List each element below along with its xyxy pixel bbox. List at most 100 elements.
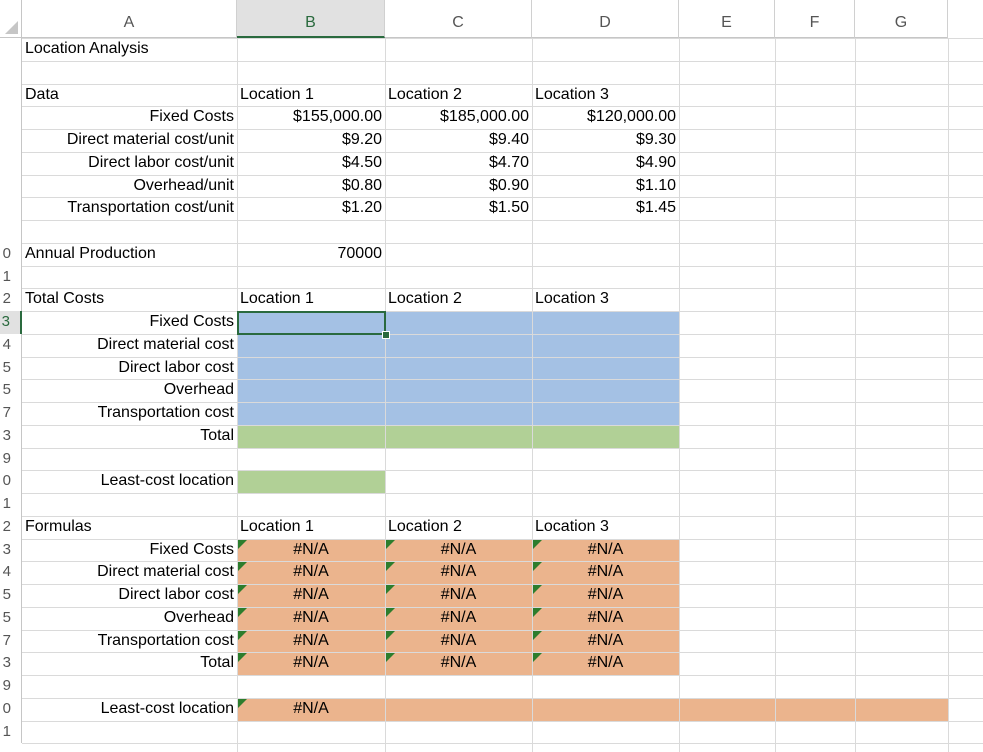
data-value-cell[interactable]: $120,000.00 <box>532 106 679 129</box>
total-costs-row-label[interactable]: Direct material cost <box>22 334 237 357</box>
column-header-d[interactable]: D <box>532 0 679 38</box>
total-costs-row-label[interactable]: Overhead <box>22 379 237 402</box>
formulas-header-location-3[interactable]: Location 3 <box>532 516 679 539</box>
row-header[interactable]: 5 <box>0 607 22 630</box>
data-row-label[interactable]: Transportation cost/unit <box>22 197 237 220</box>
row-header[interactable]: 2 <box>0 516 22 539</box>
formulas-row-label[interactable]: Transportation cost <box>22 630 237 652</box>
total-costs-label[interactable]: Total Costs <box>22 288 237 311</box>
data-value-cell[interactable]: $9.40 <box>385 129 532 152</box>
data-value-cell[interactable]: $4.90 <box>532 152 679 175</box>
data-value-cell[interactable]: $1.20 <box>237 197 385 220</box>
row-header[interactable] <box>0 61 22 84</box>
column-header-f[interactable]: F <box>775 0 855 38</box>
row-header[interactable]: 0 <box>0 470 22 493</box>
row-header[interactable] <box>0 38 22 61</box>
formulas-row-label[interactable]: Direct labor cost <box>22 584 237 607</box>
formulas-section-label[interactable]: Formulas <box>22 516 237 539</box>
fill-handle[interactable] <box>382 331 390 339</box>
formula-error-cell[interactable]: #N/A <box>237 561 385 584</box>
formula-error-cell[interactable]: #N/A <box>237 630 385 652</box>
data-row-label[interactable]: Overhead/unit <box>22 175 237 197</box>
data-row-label[interactable]: Fixed Costs <box>22 106 237 129</box>
formula-error-cell[interactable]: #N/A <box>237 652 385 675</box>
data-value-cell[interactable]: $9.30 <box>532 129 679 152</box>
data-row-label[interactable]: Direct material cost/unit <box>22 129 237 152</box>
row-header[interactable]: 2 <box>0 288 22 311</box>
data-header-location-1[interactable]: Location 1 <box>237 84 385 106</box>
row-header[interactable] <box>0 152 22 175</box>
formula-error-cell[interactable]: #N/A <box>532 630 679 652</box>
least-cost-location-label[interactable]: Least-cost location <box>22 470 237 493</box>
data-value-cell[interactable]: $4.70 <box>385 152 532 175</box>
total-costs-row-label[interactable]: Transportation cost <box>22 402 237 425</box>
data-section-label[interactable]: Data <box>22 84 237 106</box>
total-costs-row-label[interactable]: Total <box>22 425 237 448</box>
data-value-cell[interactable]: $0.80 <box>237 175 385 197</box>
column-header-a[interactable]: A <box>22 0 237 38</box>
formula-error-cell[interactable]: #N/A <box>385 539 532 561</box>
row-header[interactable] <box>0 197 22 220</box>
data-value-cell[interactable]: $1.10 <box>532 175 679 197</box>
formula-error-cell[interactable]: #N/A <box>532 561 679 584</box>
data-value-cell[interactable]: $9.20 <box>237 129 385 152</box>
row-header[interactable] <box>0 106 22 129</box>
row-header[interactable] <box>0 84 22 106</box>
total-costs-header-location-2[interactable]: Location 2 <box>385 288 532 311</box>
row-header[interactable] <box>0 129 22 152</box>
row-header[interactable]: 9 <box>0 448 22 470</box>
column-header-b[interactable]: B <box>237 0 385 38</box>
column-header-e[interactable]: E <box>679 0 775 38</box>
row-header[interactable] <box>0 220 22 243</box>
data-value-cell[interactable]: $185,000.00 <box>385 106 532 129</box>
formula-error-cell[interactable]: #N/A <box>532 607 679 630</box>
sheet-title[interactable]: Location Analysis <box>22 38 532 61</box>
row-header[interactable]: 1 <box>0 721 22 743</box>
row-header[interactable]: 5 <box>0 357 22 379</box>
data-header-location-2[interactable]: Location 2 <box>385 84 532 106</box>
select-all-corner[interactable] <box>0 0 22 38</box>
data-value-cell[interactable]: $1.45 <box>532 197 679 220</box>
formulas-least-cost-label[interactable]: Least-cost location <box>22 698 237 721</box>
annual-production-label[interactable]: Annual Production <box>22 243 237 266</box>
row-header[interactable]: 1 <box>0 493 22 516</box>
formulas-row-label[interactable]: Direct material cost <box>22 561 237 584</box>
formula-error-cell[interactable]: #N/A <box>532 652 679 675</box>
row-header[interactable]: 4 <box>0 334 22 357</box>
row-header[interactable]: 5 <box>0 379 22 402</box>
row-header[interactable] <box>0 175 22 197</box>
formulas-row-label[interactable]: Total <box>22 652 237 675</box>
data-row-label[interactable]: Direct labor cost/unit <box>22 152 237 175</box>
data-header-location-3[interactable]: Location 3 <box>532 84 679 106</box>
row-header[interactable]: 3 <box>0 539 22 561</box>
total-costs-row-label[interactable]: Fixed Costs <box>22 311 237 334</box>
data-value-cell[interactable]: $4.50 <box>237 152 385 175</box>
formula-error-cell[interactable]: #N/A <box>385 652 532 675</box>
total-costs-header-location-3[interactable]: Location 3 <box>532 288 679 311</box>
column-header-g[interactable]: G <box>855 0 948 38</box>
formula-error-cell[interactable]: #N/A <box>385 630 532 652</box>
data-value-cell[interactable]: $1.50 <box>385 197 532 220</box>
formula-error-cell[interactable]: #N/A <box>532 539 679 561</box>
total-costs-row-label[interactable]: Direct labor cost <box>22 357 237 379</box>
data-value-cell[interactable]: $0.90 <box>385 175 532 197</box>
formulas-row-label[interactable]: Fixed Costs <box>22 539 237 561</box>
row-header[interactable]: 7 <box>0 402 22 425</box>
spreadsheet-grid[interactable]: ABCDEFG0123455739012345573901Location An… <box>0 0 983 752</box>
column-header-c[interactable]: C <box>385 0 532 38</box>
formula-error-cell[interactable]: #N/A <box>532 584 679 607</box>
row-header[interactable]: 3 <box>0 425 22 448</box>
annual-production-value[interactable]: 70000 <box>237 243 385 266</box>
formula-error-cell[interactable]: #N/A <box>385 584 532 607</box>
row-header[interactable]: 3 <box>0 311 22 334</box>
active-cell-selection[interactable] <box>237 311 386 335</box>
data-value-cell[interactable]: $155,000.00 <box>237 106 385 129</box>
row-header[interactable]: 7 <box>0 630 22 652</box>
total-costs-header-location-1[interactable]: Location 1 <box>237 288 385 311</box>
formula-error-cell[interactable]: #N/A <box>237 607 385 630</box>
formulas-least-cost-value[interactable]: #N/A <box>237 698 385 721</box>
formula-error-cell[interactable]: #N/A <box>385 607 532 630</box>
row-header[interactable]: 1 <box>0 266 22 288</box>
row-header[interactable]: 0 <box>0 698 22 721</box>
formulas-header-location-1[interactable]: Location 1 <box>237 516 385 539</box>
